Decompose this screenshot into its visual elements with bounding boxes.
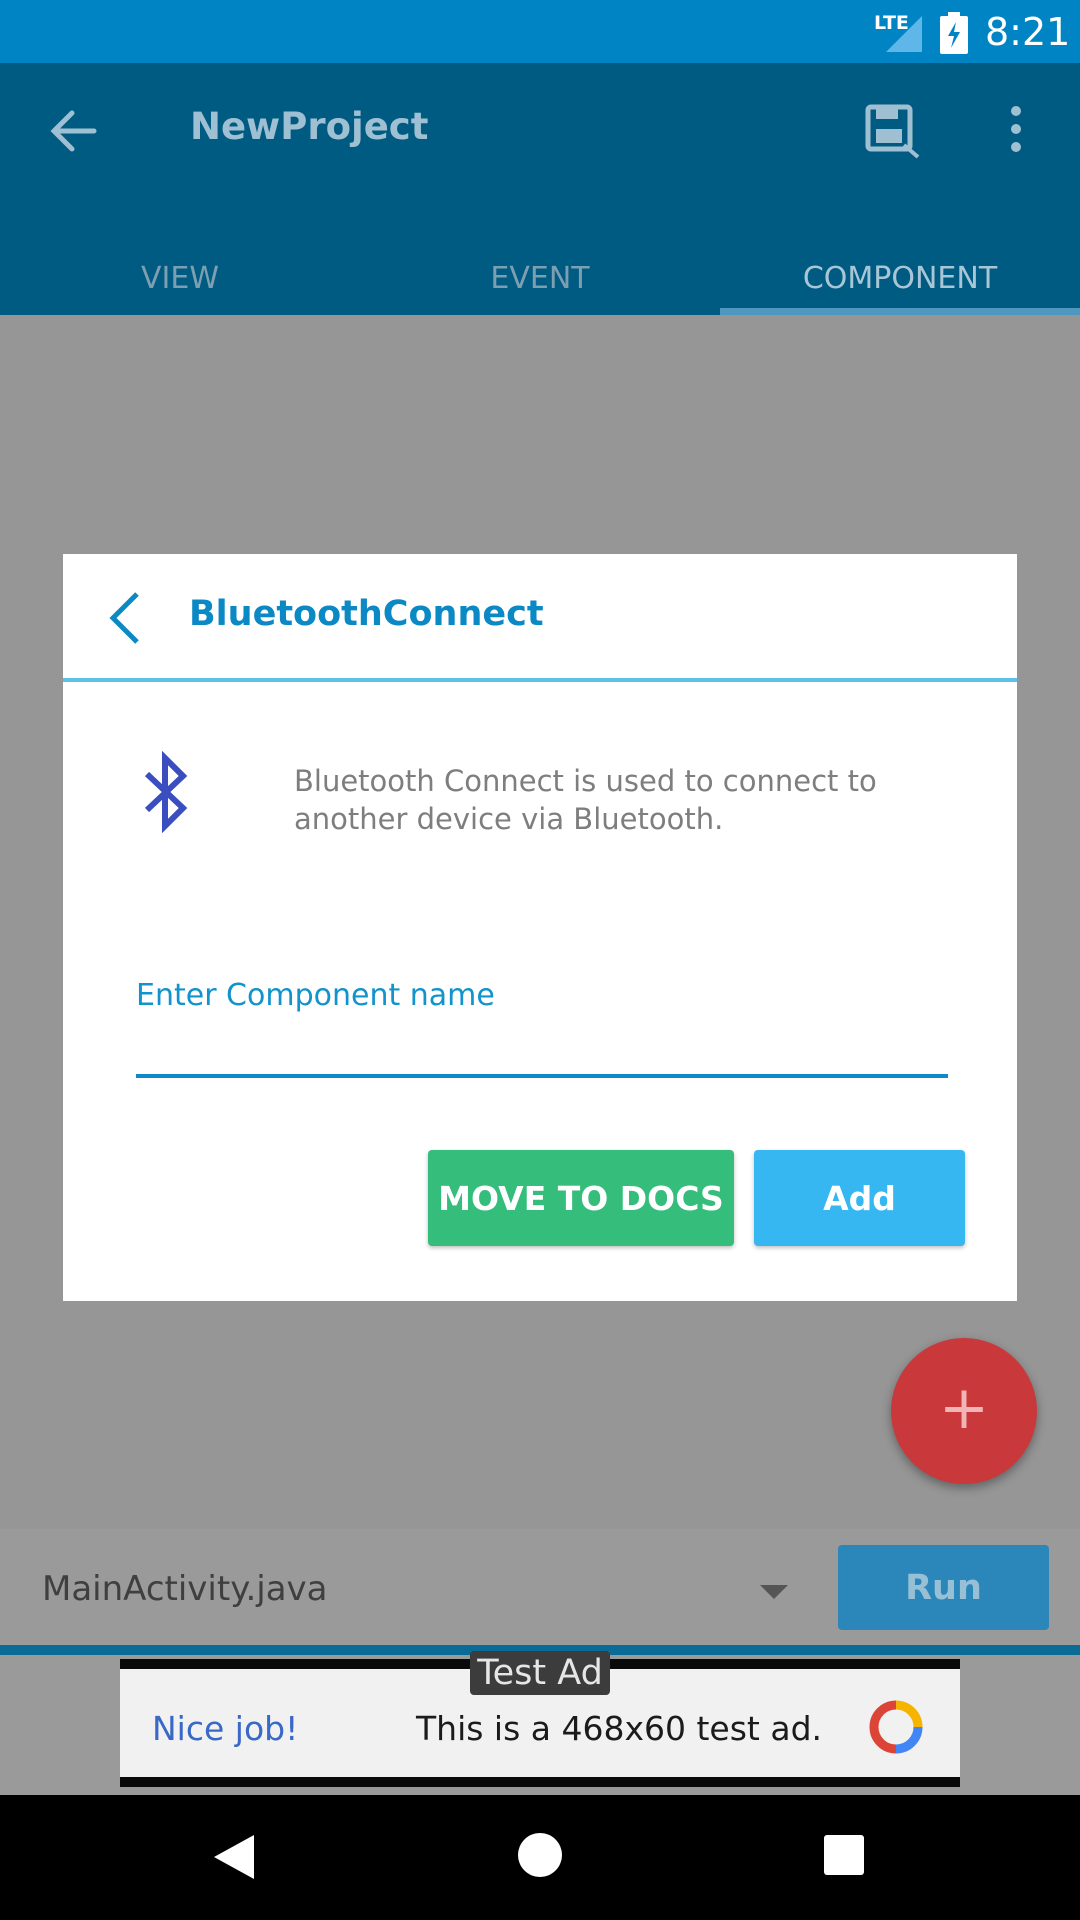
ad-area: Nice job! This is a 468x60 test ad. Test… [0, 1651, 1080, 1795]
tab-indicator [720, 308, 1080, 315]
tab-component[interactable]: COMPONENT [720, 249, 1080, 315]
nav-home-icon[interactable] [518, 1833, 562, 1877]
project-title: NewProject [190, 105, 429, 148]
tab-bar: VIEW EVENT COMPONENT [0, 249, 1080, 315]
bluetooth-icon [144, 750, 188, 834]
component-name-input[interactable] [136, 1024, 948, 1078]
file-selector[interactable]: MainActivity.java [42, 1569, 328, 1609]
more-vert-icon[interactable] [1000, 101, 1032, 157]
move-to-docs-button[interactable]: MOVE TO DOCS [428, 1150, 734, 1246]
component-dialog: BluetoothConnect Bluetooth Connect is us… [63, 554, 1017, 1301]
bottom-bar: MainActivity.java Run [0, 1529, 1080, 1655]
nav-back-icon[interactable] [214, 1835, 254, 1879]
add-button[interactable]: Add [754, 1150, 965, 1246]
dialog-title: BluetoothConnect [189, 594, 544, 634]
system-nav-bar [0, 1795, 1080, 1920]
add-fab[interactable]: + [891, 1338, 1037, 1484]
tab-event[interactable]: EVENT [360, 249, 720, 315]
plus-icon: + [938, 1373, 990, 1443]
chevron-left-icon[interactable] [105, 590, 145, 646]
clock: 8:21 [985, 10, 1071, 54]
ad-logo-icon [869, 1700, 923, 1754]
tab-label: VIEW [141, 261, 219, 296]
status-bar: LTE 8:21 [0, 0, 1080, 63]
run-button[interactable]: Run [838, 1545, 1049, 1630]
dropdown-arrow-icon[interactable] [760, 1585, 788, 1601]
ad-left-text: Nice job! [152, 1709, 299, 1748]
tab-label: COMPONENT [802, 261, 998, 296]
tab-view[interactable]: VIEW [0, 249, 360, 315]
save-icon[interactable] [862, 101, 922, 161]
back-arrow-icon[interactable] [46, 103, 102, 159]
battery-charging-icon [940, 12, 968, 54]
test-ad-tag: Test Ad [470, 1651, 610, 1695]
component-description: Bluetooth Connect is used to connect to … [294, 764, 877, 836]
tab-label: EVENT [490, 261, 590, 296]
component-name-label: Enter Component name [136, 978, 495, 1013]
signal-icon [886, 16, 922, 52]
app-bar: NewProject VIEW EVENT COMPONENT [0, 63, 1080, 315]
nav-recents-icon[interactable] [824, 1835, 864, 1875]
ad-right-text: This is a 468x60 test ad. [416, 1709, 823, 1748]
dialog-header: BluetoothConnect [63, 554, 1017, 682]
